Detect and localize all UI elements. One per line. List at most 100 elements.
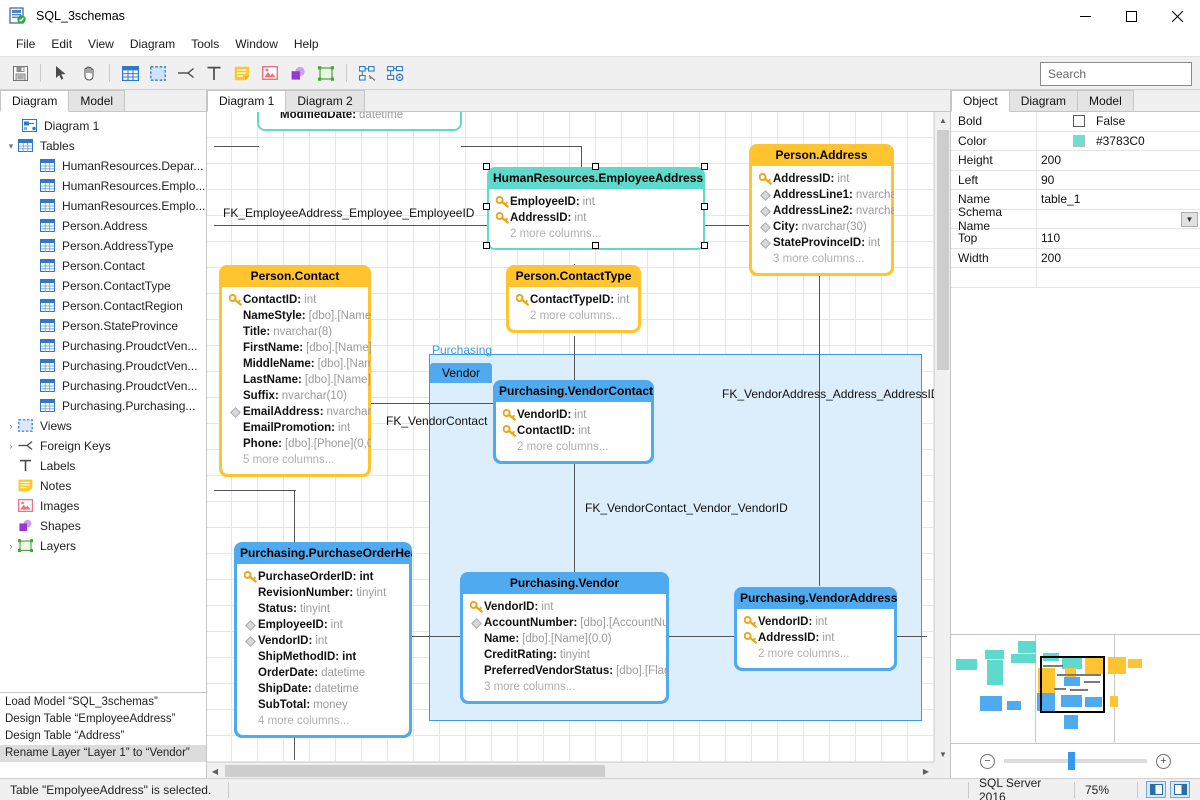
table-column[interactable]: EmployeeID: int — [495, 194, 697, 210]
bold-checkbox[interactable] — [1073, 115, 1085, 128]
scroll-right-icon[interactable]: ▶ — [918, 763, 934, 778]
toggle-right-panel-icon[interactable] — [1170, 781, 1190, 798]
table-node[interactable]: Person.Contact ContactID: int NameStyle: [db… — [219, 265, 371, 477]
property-value[interactable]: table_1 — [1036, 190, 1200, 209]
relationship-label[interactable]: FK_EmployeeAddress_Employee_EmployeeID — [223, 206, 474, 220]
tree-item-shapes[interactable]: Shapes — [0, 516, 206, 536]
minimap[interactable] — [951, 634, 1200, 744]
tab-diagram-props[interactable]: Diagram — [1008, 90, 1079, 111]
tree-item-purchasing-proudctven[interactable]: Purchasing.ProudctVen... — [0, 356, 206, 376]
table-node[interactable]: Purchasing.Vendor VendorID: int AccountNumb… — [460, 572, 669, 704]
selection-handle[interactable] — [701, 242, 708, 249]
action-log-item[interactable]: Design Table “Address” — [0, 728, 206, 745]
table-column[interactable]: VendorID: int — [469, 599, 660, 615]
minimap-viewport[interactable] — [1040, 656, 1105, 713]
tree-twisty-icon[interactable]: ▾ — [4, 141, 18, 152]
table-title[interactable]: Purchasing.VendorContact — [493, 380, 654, 402]
table-column[interactable]: AddressID: int — [495, 210, 697, 226]
more-columns-label[interactable]: 3 more columns... — [758, 251, 885, 267]
table-column[interactable]: ShipDate: datetime — [243, 681, 403, 697]
scroll-down-icon[interactable]: ▼ — [935, 746, 950, 762]
property-value[interactable] — [1036, 268, 1200, 287]
more-columns-label[interactable]: 5 more columns... — [228, 452, 362, 468]
property-value[interactable]: 110 — [1036, 229, 1200, 248]
relationship-line[interactable] — [897, 636, 927, 637]
table-column[interactable]: PurchaseOrderID: int — [243, 569, 403, 585]
relationship-line[interactable] — [819, 386, 820, 586]
relationship-line[interactable] — [819, 268, 820, 388]
label-tool-icon[interactable] — [200, 60, 228, 86]
table-title[interactable]: Purchasing.PurchaseOrderHeader — [234, 542, 412, 564]
table-column[interactable]: Suffix: nvarchar(10) — [228, 388, 362, 404]
tree-item-humanresources-emplo[interactable]: HumanResources.Emplo... — [0, 176, 206, 196]
table-column[interactable]: AddressLine2:nvarchar(... — [758, 203, 894, 219]
tree-item-labels[interactable]: Labels — [0, 456, 206, 476]
auto-layout-icon[interactable] — [353, 60, 381, 86]
tree-item-tables[interactable]: ▾ Tables — [0, 136, 206, 156]
tree-item-purchasing-proudctven[interactable]: Purchasing.ProudctVen... — [0, 376, 206, 396]
more-columns-label[interactable]: 4 more columns... — [243, 713, 403, 729]
pointer-tool-icon[interactable] — [47, 60, 75, 86]
table-column[interactable]: ContactID: int — [228, 292, 362, 308]
shape-tool-icon[interactable] — [284, 60, 312, 86]
relationship-line[interactable] — [461, 146, 581, 147]
tab-diagram[interactable]: Diagram — [0, 90, 70, 112]
table-title[interactable]: Purchasing.VendorAddress — [734, 587, 897, 609]
chevron-down-icon[interactable]: ▼ — [1181, 211, 1198, 227]
tab-diagram-1[interactable]: Diagram 1 — [207, 90, 287, 112]
tree-item-notes[interactable]: Notes — [0, 476, 206, 496]
tab-model-props[interactable]: Model — [1077, 90, 1134, 111]
more-columns-label[interactable]: 2 more columns... — [502, 439, 645, 455]
canvas-vertical-scrollbar[interactable]: ▲ ▼ — [934, 112, 950, 762]
save-icon[interactable] — [6, 60, 34, 86]
table-node[interactable]: Person.Address AddressID: int AddressLine1:… — [749, 144, 894, 276]
table-column[interactable]: VendorID: int — [743, 614, 888, 630]
action-log-item[interactable]: Rename Layer “Layer 1” to “Vendor” — [0, 745, 206, 762]
zoom-slider-track[interactable] — [1004, 752, 1147, 770]
relationship-line[interactable] — [699, 225, 754, 226]
table-title[interactable]: Person.ContactType — [506, 265, 641, 287]
table-column[interactable]: Phone: [dbo].[Phone](0,0) — [228, 436, 371, 452]
property-value[interactable]: #3783C0 — [1036, 131, 1200, 150]
tree-item-diagram-1[interactable]: Diagram 1 — [0, 116, 206, 136]
table-column[interactable]: ContactID: int — [502, 423, 645, 439]
selection-handle[interactable] — [701, 202, 708, 210]
menu-edit[interactable]: Edit — [43, 34, 80, 54]
table-title[interactable]: Person.Contact — [219, 265, 371, 287]
table-column[interactable]: NameStyle:[dbo].[NameSt... — [228, 308, 371, 324]
more-columns-label[interactable]: 2 more columns... — [515, 308, 632, 324]
zoom-slider-thumb[interactable] — [1068, 752, 1075, 770]
tab-model[interactable]: Model — [68, 90, 126, 111]
search-input[interactable] — [1048, 67, 1200, 81]
table-node[interactable]: Purchasing.PurchaseOrderHeader PurchaseOr… — [234, 542, 412, 738]
close-button[interactable] — [1154, 0, 1200, 32]
table-column[interactable]: RevisionNumber: tinyint — [243, 585, 403, 601]
horizontal-scroll-thumb[interactable] — [225, 765, 605, 777]
table-node[interactable]: Purchasing.VendorContact VendorID: int Cont… — [493, 380, 654, 464]
canvas-horizontal-scrollbar[interactable]: ◀ ▶ — [207, 762, 934, 778]
more-columns-label[interactable]: 2 more columns... — [495, 226, 697, 242]
tree-item-person-stateprovince[interactable]: Person.StateProvince — [0, 316, 206, 336]
tree-item-person-contactregion[interactable]: Person.ContactRegion — [0, 296, 206, 316]
property-value[interactable]: 90 — [1036, 170, 1200, 189]
tree-item-person-contact[interactable]: Person.Contact — [0, 256, 206, 276]
tree-item-views[interactable]: › Views — [0, 416, 206, 436]
hand-tool-icon[interactable] — [75, 60, 103, 86]
selection-handle[interactable] — [483, 242, 490, 249]
relationship-line[interactable] — [214, 146, 259, 147]
tab-object[interactable]: Object — [951, 90, 1010, 112]
tree-item-person-addresstype[interactable]: Person.AddressType — [0, 236, 206, 256]
table-column[interactable]: AddressLine1:nvarchar(... — [758, 187, 894, 203]
table-column[interactable]: AddressID: int — [743, 630, 888, 646]
relationship-line[interactable] — [214, 225, 504, 226]
layer-tab-vendor[interactable]: Vendor — [430, 363, 493, 383]
color-swatch[interactable] — [1073, 134, 1085, 147]
table-column[interactable]: Name: [dbo].[Name](0,0) — [469, 631, 660, 647]
table-column[interactable]: EmployeeID: int — [243, 617, 403, 633]
table-column[interactable]: PreferredVendorStatus:[dbo].[Flag](0,0) — [469, 663, 669, 679]
table-column[interactable]: StateProvinceID: int — [758, 235, 885, 251]
property-value[interactable]: 200 — [1036, 248, 1200, 267]
more-columns-label[interactable]: 3 more columns... — [469, 679, 660, 695]
table-column[interactable]: FirstName:[dbo].[Name](0... — [228, 340, 371, 356]
tree-item-person-contacttype[interactable]: Person.ContactType — [0, 276, 206, 296]
